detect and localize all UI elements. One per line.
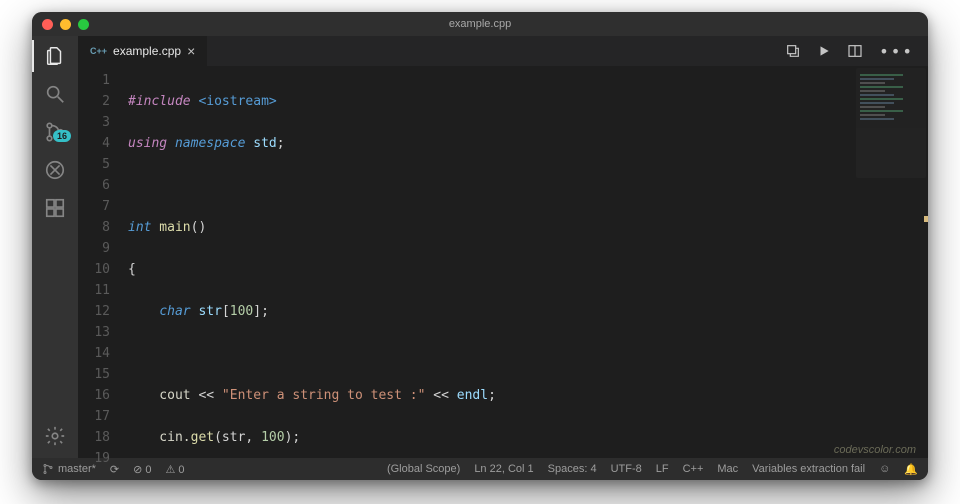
status-scope[interactable]: (Global Scope) [387, 463, 460, 475]
code-content[interactable]: #include <iostream> using namespace std;… [124, 66, 928, 458]
compare-changes-icon[interactable] [785, 43, 801, 59]
source-control-icon[interactable]: 16 [43, 120, 67, 144]
split-editor-icon[interactable] [847, 43, 863, 59]
status-eol[interactable]: LF [656, 463, 669, 475]
settings-gear-icon[interactable] [43, 424, 67, 448]
explorer-icon[interactable] [43, 44, 67, 68]
status-indentation[interactable]: Spaces: 4 [548, 463, 597, 475]
debug-icon[interactable] [43, 158, 67, 182]
tab-lang-badge: C++ [90, 46, 107, 56]
activity-bar: 16 [32, 36, 78, 458]
status-feedback-icon[interactable]: ☺ [879, 463, 890, 475]
status-bar: master* ⟳ ⊘ 0 ⚠ 0 (Global Scope) Ln 22, … [32, 458, 928, 480]
tab-filename: example.cpp [113, 44, 181, 58]
line-number-gutter: 123 456 789 101112 131415 161718 19 [78, 66, 124, 458]
search-icon[interactable] [43, 82, 67, 106]
minimap[interactable] [856, 68, 926, 178]
status-errors[interactable]: ⊘ 0 [133, 463, 151, 476]
status-encoding[interactable]: UTF-8 [611, 463, 642, 475]
editor-area: C++ example.cpp × ••• [78, 36, 928, 458]
source-control-badge: 16 [53, 130, 71, 142]
status-os[interactable]: Mac [717, 463, 738, 475]
status-language[interactable]: C++ [683, 463, 704, 475]
code-editor[interactable]: 123 456 789 101112 131415 161718 19 #inc… [78, 66, 928, 458]
overview-ruler-mark [924, 216, 928, 222]
titlebar[interactable]: example.cpp [32, 12, 928, 36]
status-sync[interactable]: ⟳ [110, 463, 119, 476]
status-notifications-icon[interactable]: 🔔 [904, 463, 918, 476]
tab-example-cpp[interactable]: C++ example.cpp × [78, 36, 208, 66]
run-icon[interactable] [817, 44, 831, 58]
watermark: codevscolor.com [834, 444, 916, 456]
status-warnings[interactable]: ⚠ 0 [166, 463, 185, 476]
window-title: example.cpp [32, 18, 928, 30]
status-message[interactable]: Variables extraction fail [752, 463, 865, 475]
tab-bar: C++ example.cpp × ••• [78, 36, 928, 66]
editor-window: example.cpp 16 [32, 12, 928, 480]
extensions-icon[interactable] [43, 196, 67, 220]
close-tab-icon[interactable]: × [187, 44, 195, 58]
status-cursor-position[interactable]: Ln 22, Col 1 [474, 463, 533, 475]
more-actions-icon[interactable]: ••• [879, 42, 914, 61]
tab-actions: ••• [785, 36, 928, 66]
